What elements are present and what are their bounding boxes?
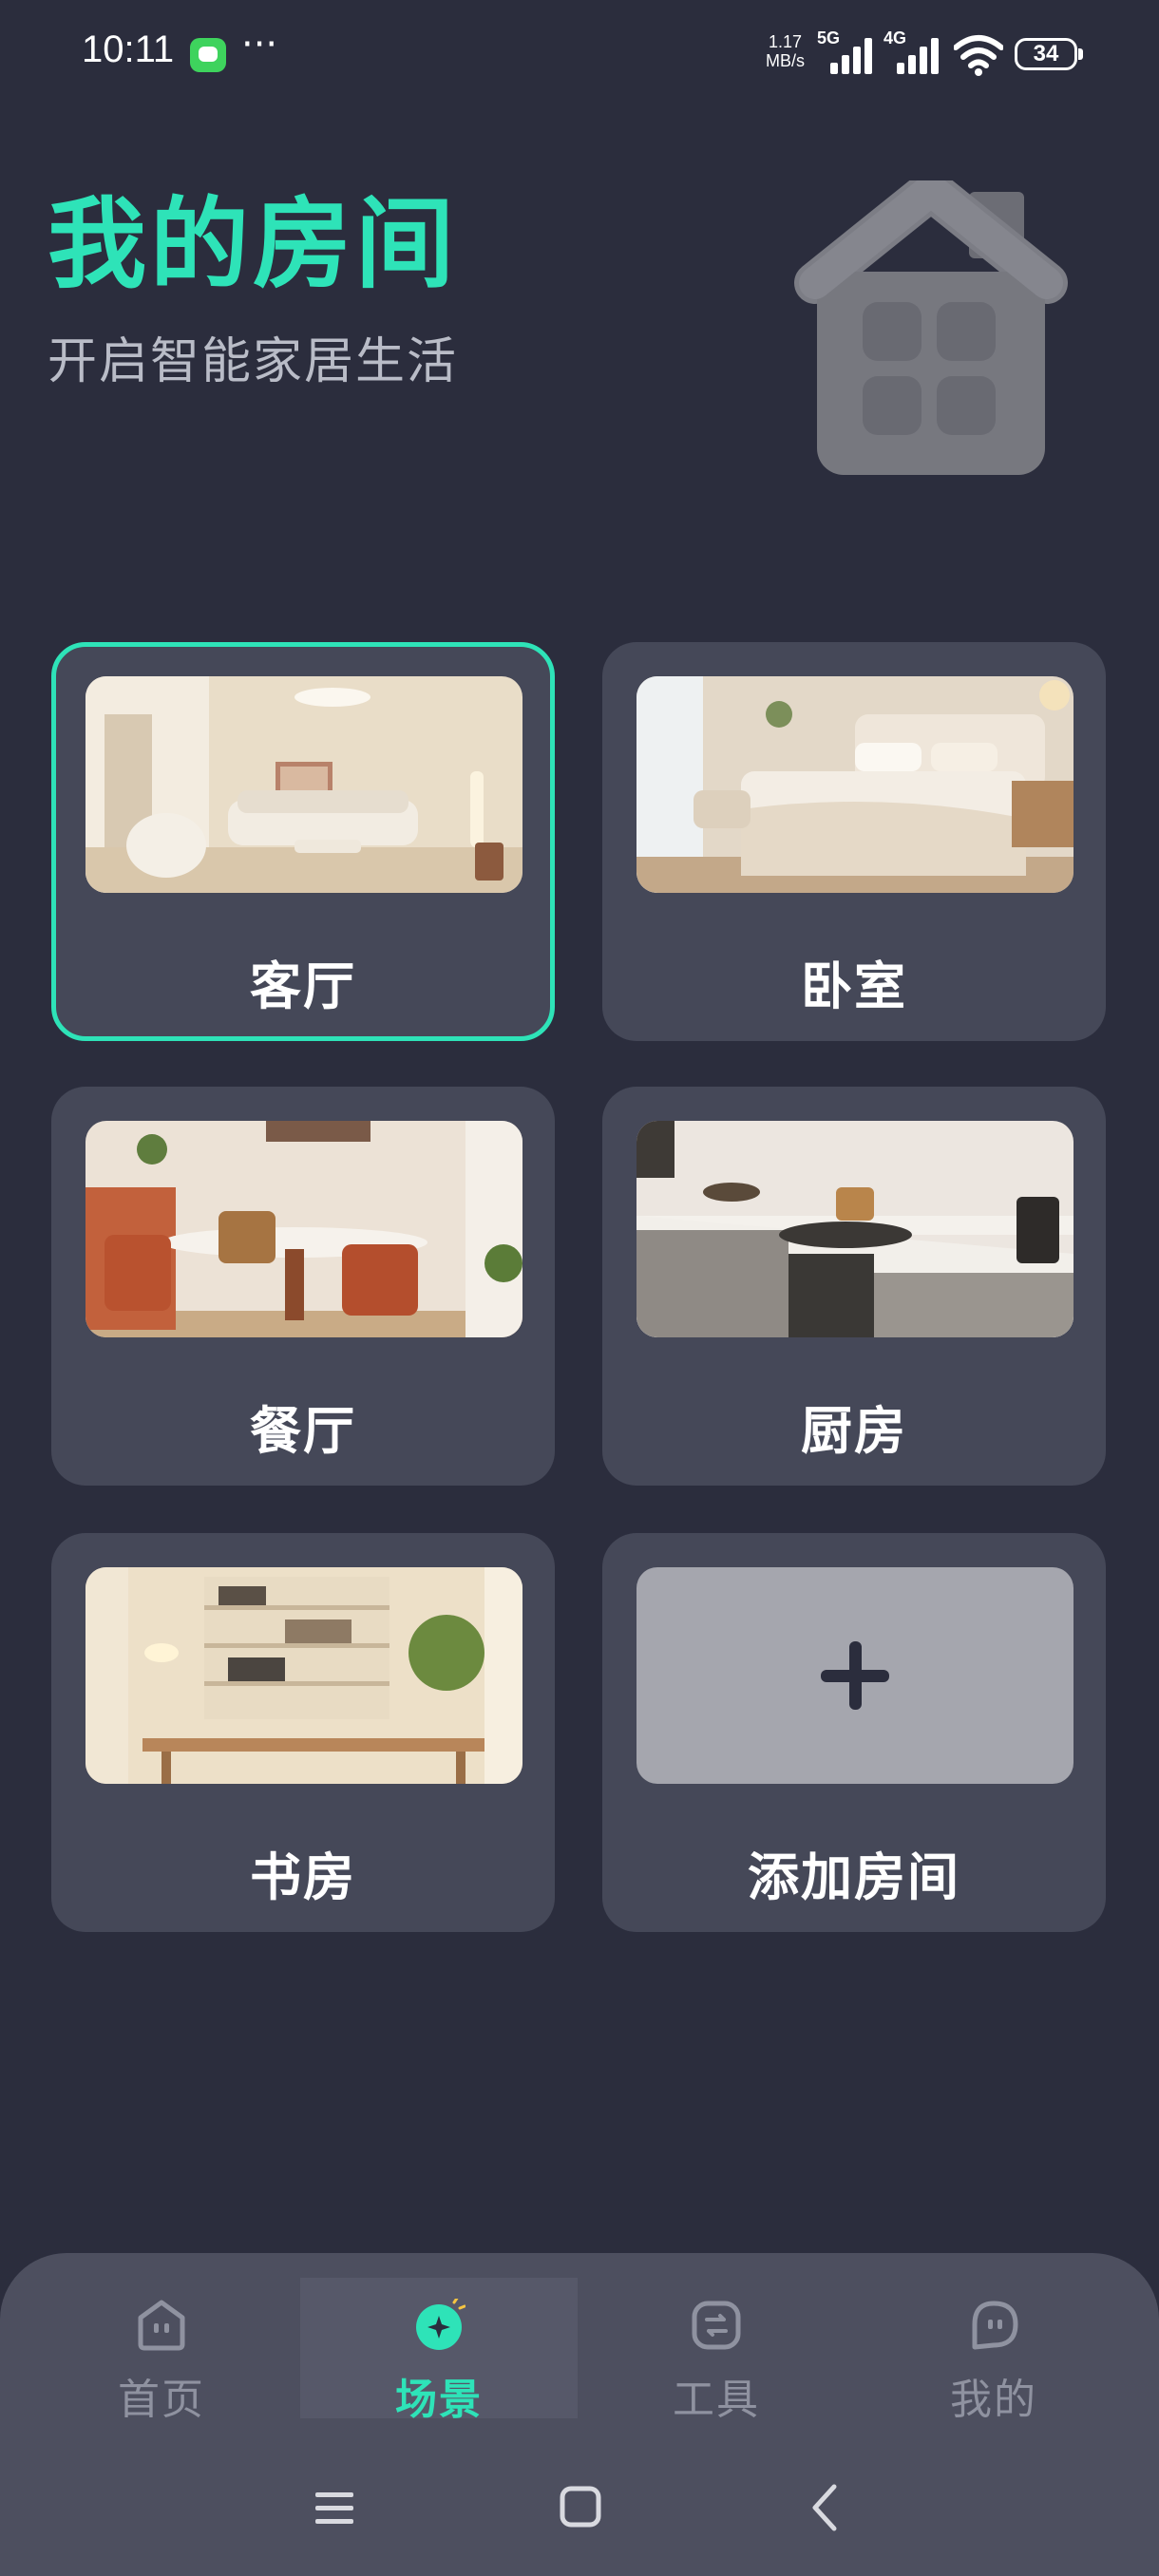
nav-tools[interactable]: 工具	[578, 2278, 855, 2424]
room-label: 客厅	[250, 957, 356, 1016]
home-square-icon[interactable]	[551, 2479, 608, 2536]
signal-bars-icon	[897, 38, 940, 74]
home-face-icon	[138, 2300, 185, 2351]
room-label: 添加房间	[748, 1847, 960, 1907]
room-label: 书房	[250, 1847, 356, 1907]
screen: 10:11 ··· 1.17 MB/s 5G 4G 34 我的房间 开启智能家居…	[0, 0, 1159, 2576]
page-subtitle: 开启智能家居生活	[48, 333, 459, 390]
battery-icon: 34	[1015, 38, 1083, 70]
network-speed-value: 1.17	[768, 32, 803, 51]
plus-icon	[821, 1641, 889, 1710]
tools-icon	[692, 2301, 741, 2350]
nav-label: 首页	[118, 2376, 205, 2424]
wifi-icon	[954, 35, 1003, 76]
nav-label: 工具	[673, 2376, 760, 2424]
profile-chat-icon	[972, 2301, 1018, 2350]
house-icon	[794, 180, 1068, 475]
nav-label: 我的	[950, 2376, 1037, 2424]
dining-room-photo	[86, 1121, 522, 1337]
add-room-placeholder	[636, 1567, 1074, 1784]
network-speed: 1.17 MB/s	[766, 32, 805, 70]
nav-scene[interactable]: 场景	[300, 2278, 578, 2424]
bedroom-photo	[636, 676, 1074, 893]
message-notification-icon	[190, 38, 226, 72]
room-label: 餐厅	[250, 1401, 356, 1461]
living-room-photo	[86, 676, 522, 893]
room-label: 厨房	[801, 1401, 907, 1461]
room-card-dining-room[interactable]: 餐厅	[51, 1087, 555, 1486]
nav-label: 场景	[395, 2376, 483, 2424]
room-card-bedroom[interactable]: 卧室	[602, 642, 1106, 1041]
add-room-card[interactable]: 添加房间	[602, 1533, 1106, 1932]
network-speed-unit: MB/s	[766, 51, 806, 70]
scene-sparkle-icon	[416, 2299, 466, 2350]
back-icon[interactable]	[798, 2479, 855, 2536]
kitchen-photo	[636, 1121, 1074, 1337]
room-card-kitchen[interactable]: 厨房	[602, 1087, 1106, 1486]
nav-profile[interactable]: 我的	[855, 2278, 1132, 2424]
signal-bars-icon	[830, 38, 874, 74]
nav-home[interactable]: 首页	[23, 2278, 300, 2424]
status-time: 10:11	[82, 28, 175, 70]
study-photo	[86, 1567, 522, 1784]
room-card-living-room[interactable]: 客厅	[51, 642, 555, 1041]
menu-icon[interactable]	[306, 2479, 363, 2536]
page-title: 我的房间	[48, 186, 459, 302]
room-label: 卧室	[801, 957, 907, 1016]
more-notifications-icon: ···	[241, 23, 278, 66]
room-card-study[interactable]: 书房	[51, 1533, 555, 1932]
status-bar: 10:11 ··· 1.17 MB/s 5G 4G 34	[0, 0, 1159, 114]
